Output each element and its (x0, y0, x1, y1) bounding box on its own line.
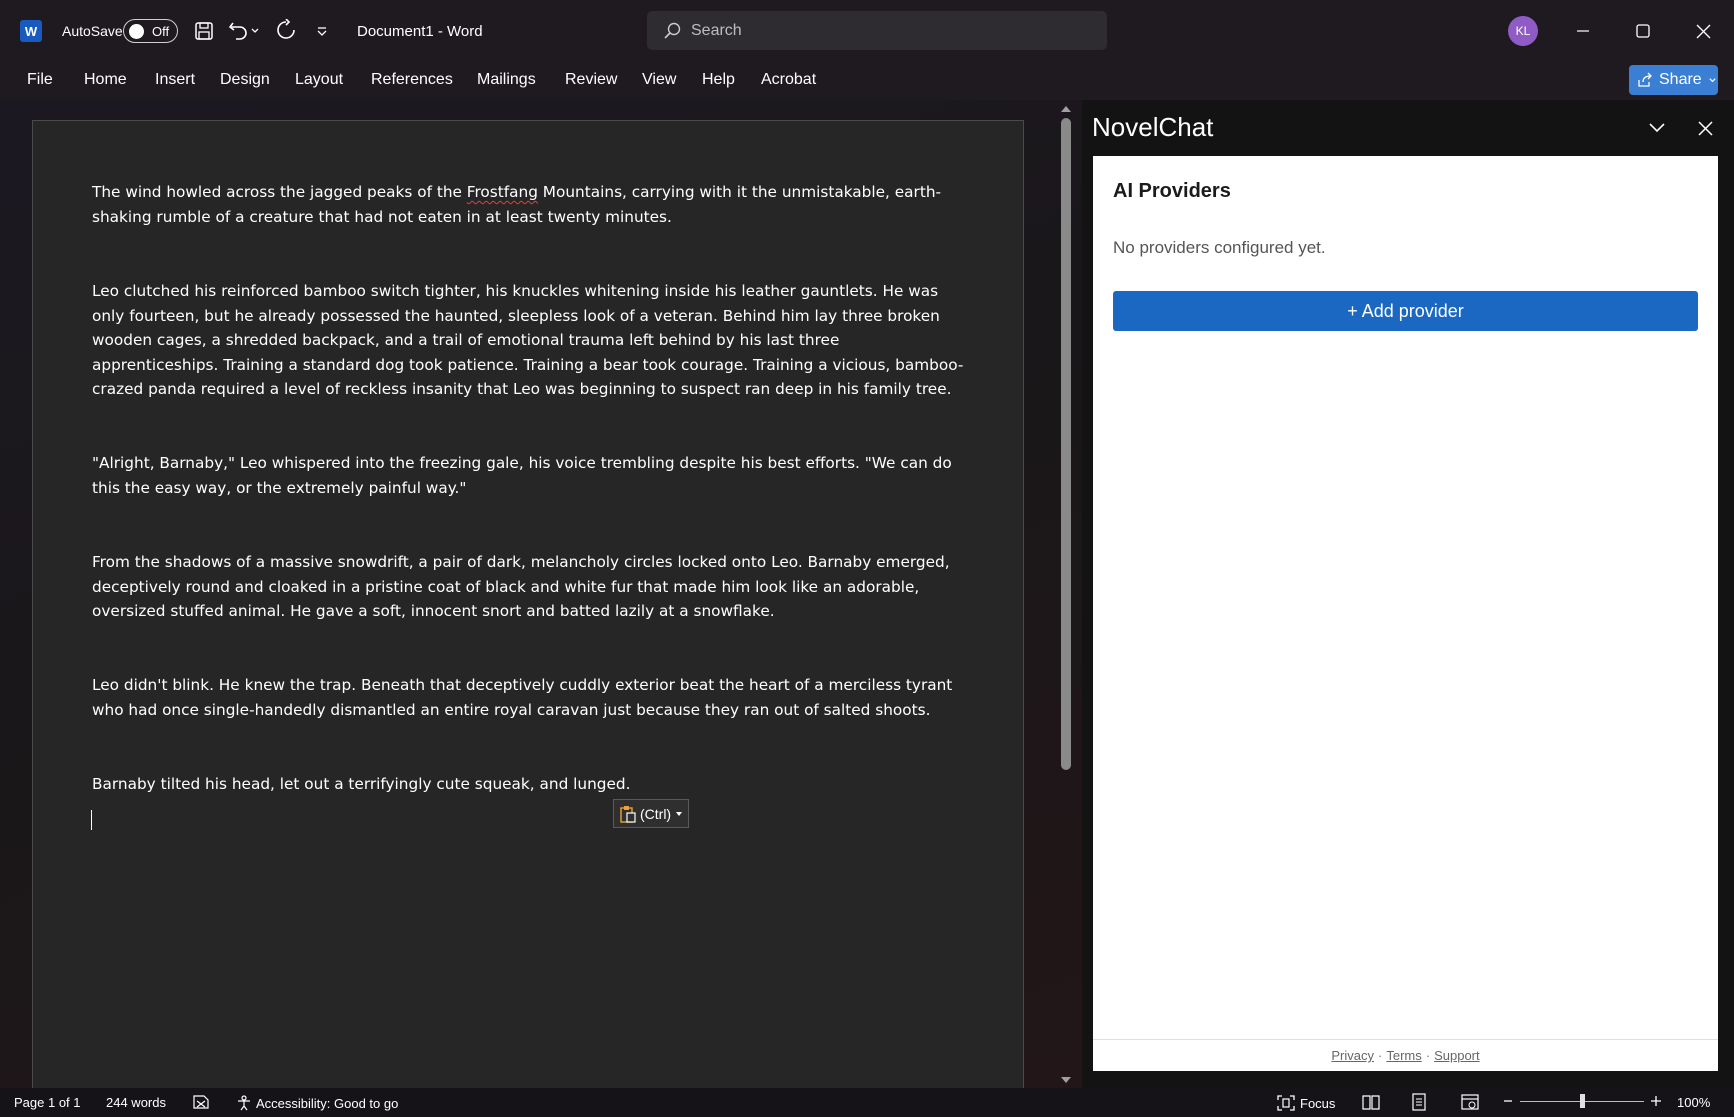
paragraph-4[interactable]: From the shadows of a massive snowdrift,… (92, 550, 970, 624)
undo-dropdown-icon[interactable] (248, 16, 262, 44)
novelchat-pane: NovelChat AI Providers No providers conf… (1082, 100, 1734, 1088)
proofing-icon[interactable] (192, 1093, 210, 1111)
tab-help[interactable]: Help (702, 71, 735, 89)
search-placeholder: Search (691, 21, 742, 39)
vertical-scrollbar[interactable] (1055, 100, 1075, 1088)
pane-footer: Privacy · Terms · Support (1093, 1039, 1718, 1071)
accessibility-status[interactable]: Accessibility: Good to go (236, 1095, 398, 1111)
page-count[interactable]: Page 1 of 1 (14, 1095, 81, 1110)
pane-options-chevron-icon[interactable] (1643, 114, 1671, 142)
search-box[interactable]: Search (647, 11, 1107, 50)
focus-icon (1277, 1095, 1295, 1111)
tab-view[interactable]: View (642, 71, 676, 89)
redo-icon[interactable] (272, 16, 300, 44)
scroll-down-icon[interactable] (1060, 1075, 1072, 1085)
customize-qat-icon[interactable] (308, 17, 336, 45)
tab-references[interactable]: References (371, 71, 453, 89)
scrollbar-thumb[interactable] (1061, 118, 1071, 770)
tab-insert[interactable]: Insert (155, 71, 195, 89)
read-mode-icon[interactable] (1362, 1093, 1380, 1111)
footer-separator: · (1378, 1048, 1383, 1063)
minimize-icon[interactable] (1566, 14, 1600, 48)
tab-home[interactable]: Home (84, 71, 127, 89)
tab-acrobat[interactable]: Acrobat (761, 71, 816, 89)
word-logo-letter: W (24, 23, 38, 39)
document-title: Document1 - Word (357, 22, 483, 40)
maximize-icon[interactable] (1626, 14, 1660, 48)
toggle-knob (129, 23, 144, 39)
paste-dropdown-icon (675, 810, 683, 818)
terms-link[interactable]: Terms (1386, 1048, 1421, 1063)
paste-options-label: (Ctrl) (640, 805, 672, 822)
providers-empty-message: No providers configured yet. (1113, 238, 1326, 257)
zoom-slider-thumb[interactable] (1580, 1094, 1585, 1108)
tab-review[interactable]: Review (565, 71, 617, 89)
tab-layout[interactable]: Layout (295, 71, 343, 89)
paste-options-button[interactable]: (Ctrl) (613, 799, 689, 828)
zoom-in-icon[interactable] (1649, 1094, 1663, 1108)
providers-heading: AI Providers (1113, 180, 1231, 202)
word-count[interactable]: 244 words (106, 1095, 166, 1110)
word-logo-icon: W (20, 20, 42, 42)
paragraph-1[interactable]: The wind howled across the jagged peaks … (92, 180, 970, 229)
focus-mode-button[interactable]: Focus (1277, 1095, 1335, 1111)
share-button[interactable]: Share (1629, 65, 1718, 95)
autosave-toggle[interactable]: Off (123, 19, 178, 43)
add-provider-button[interactable]: + Add provider (1113, 291, 1698, 331)
paragraph-1-text-a: The wind howled across the jagged peaks … (92, 183, 467, 201)
autosave-state: Off (152, 23, 170, 39)
paragraph-6[interactable]: Barnaby tilted his head, let out a terri… (92, 772, 970, 797)
paragraph-2[interactable]: Leo clutched his reinforced bamboo switc… (92, 279, 970, 402)
focus-label: Focus (1300, 1095, 1336, 1111)
ribbon-tabs: File Home Insert Design Layout Reference… (0, 62, 1734, 100)
save-icon[interactable] (190, 17, 218, 45)
zoom-out-icon[interactable] (1502, 1094, 1514, 1108)
status-bar: Page 1 of 1 244 words Accessibility: Goo… (0, 1088, 1734, 1117)
tab-mailings[interactable]: Mailings (477, 71, 536, 89)
pane-content: AI Providers No providers configured yet… (1093, 156, 1718, 1071)
footer-separator: · (1425, 1048, 1431, 1063)
share-icon (1637, 72, 1653, 88)
tab-file[interactable]: File (27, 71, 53, 89)
accessibility-icon (238, 1095, 250, 1111)
tab-design[interactable]: Design (220, 71, 270, 89)
pane-title: NovelChat (1092, 112, 1214, 142)
search-icon (663, 22, 681, 40)
paragraph-3[interactable]: "Alright, Barnaby," Leo whispered into t… (92, 451, 970, 500)
document-page[interactable]: The wind howled across the jagged peaks … (32, 120, 1024, 1088)
text-cursor (91, 810, 92, 830)
pane-close-icon[interactable] (1691, 114, 1719, 142)
title-bar: W AutoSave Off Document1 - Word Search K… (0, 0, 1734, 62)
clipboard-icon (619, 805, 637, 823)
scroll-up-icon[interactable] (1060, 104, 1072, 114)
share-label: Share (1659, 71, 1702, 88)
spelling-error[interactable]: Frostfang (467, 183, 538, 201)
avatar[interactable]: KL (1508, 16, 1538, 46)
print-layout-icon[interactable] (1410, 1093, 1428, 1111)
share-dropdown-icon (1708, 76, 1717, 85)
paragraph-5[interactable]: Leo didn't blink. He knew the trap. Bene… (92, 673, 970, 722)
web-layout-icon[interactable] (1461, 1093, 1479, 1111)
accessibility-label: Accessibility: Good to go (256, 1095, 399, 1111)
autosave-label: AutoSave (62, 23, 123, 39)
support-link[interactable]: Support (1434, 1048, 1480, 1063)
zoom-level[interactable]: 100% (1677, 1095, 1710, 1110)
close-icon[interactable] (1686, 14, 1720, 48)
privacy-link[interactable]: Privacy (1331, 1048, 1374, 1063)
